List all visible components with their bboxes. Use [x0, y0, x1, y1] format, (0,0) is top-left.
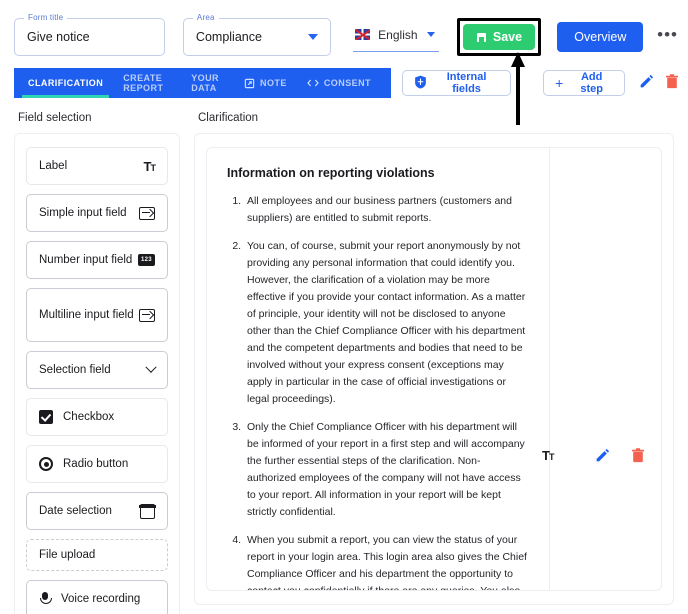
- field-list: Label TT Simple input field Number input…: [15, 134, 179, 614]
- field-item-multiline-input[interactable]: Multiline input field: [26, 288, 168, 342]
- chevron-down-icon: [427, 32, 436, 37]
- number-123-icon: 123: [138, 254, 155, 266]
- save-disk-icon: [476, 32, 486, 42]
- field-item-text: Multiline input field: [39, 309, 134, 321]
- trash-icon: [632, 448, 644, 466]
- tab-label: YOUR DATA: [191, 73, 219, 93]
- language-select[interactable]: English: [353, 22, 440, 52]
- field-item-checkbox[interactable]: Checkbox: [26, 398, 168, 436]
- field-item-text: Simple input field: [39, 207, 127, 219]
- field-item-text: Label: [39, 160, 68, 172]
- text-format-icon: TT: [542, 448, 554, 463]
- tabbar-row: CLARIFICATION CREATE REPORT YOUR DATA NO…: [0, 68, 688, 98]
- field-item-voice-recording[interactable]: Voice recording: [26, 580, 168, 614]
- calendar-icon: [139, 503, 156, 519]
- list-item: All employees and our business partners …: [244, 193, 529, 227]
- area-value: Compliance: [195, 30, 262, 44]
- app-header: Form title Give notice Area Compliance E…: [0, 0, 688, 60]
- tab-label: CLARIFICATION: [28, 78, 104, 88]
- field-item-text: Checkbox: [63, 411, 115, 423]
- list-item: When you submit a report, you can view t…: [244, 532, 529, 590]
- radio-selected-icon: [39, 457, 53, 471]
- input-field-icon: [139, 308, 155, 322]
- save-button[interactable]: Save: [463, 24, 536, 50]
- save-button-highlight: Save: [457, 18, 542, 56]
- workspace: Field selection Label TT Simple input fi…: [0, 112, 688, 614]
- field-item-file-upload[interactable]: File upload: [26, 539, 168, 571]
- more-options-icon[interactable]: •••: [657, 26, 678, 49]
- document-text: Information on reporting violations All …: [207, 148, 549, 590]
- field-item-label[interactable]: Label TT: [26, 147, 168, 185]
- field-item-text: Number input field: [39, 254, 133, 266]
- edit-step-button[interactable]: [639, 74, 654, 92]
- tab-label: CREATE REPORT: [123, 73, 164, 93]
- form-builder-app: Form title Give notice Area Compliance E…: [0, 0, 688, 614]
- field-item-date-selection[interactable]: Date selection: [26, 492, 168, 530]
- field-item-selection-field[interactable]: Selection field: [26, 351, 168, 389]
- field-item-text: Radio button: [63, 458, 129, 470]
- overview-button[interactable]: Overview: [557, 22, 644, 52]
- chevron-down-icon: [308, 34, 319, 40]
- delete-block-button[interactable]: [632, 448, 644, 466]
- save-button-label: Save: [492, 30, 523, 44]
- clarification-column: Clarification Information on reporting v…: [194, 112, 674, 614]
- form-title-value: Give notice: [27, 30, 90, 44]
- add-step-label: Add step: [580, 71, 603, 95]
- pencil-icon: [639, 74, 654, 92]
- pencil-icon: [595, 448, 610, 466]
- document-heading: Information on reporting violations: [227, 166, 435, 180]
- field-item-text: Selection field: [39, 364, 111, 376]
- chevron-down-icon: [145, 361, 157, 373]
- tab-your-data[interactable]: YOUR DATA: [191, 68, 234, 98]
- internal-fields-label: Internal fields: [446, 71, 487, 95]
- input-field-icon: [139, 206, 155, 220]
- list-item: Only the Chief Compliance Officer with h…: [244, 419, 529, 521]
- plus-icon: +: [555, 75, 564, 91]
- document-actions: TT: [542, 148, 661, 590]
- shield-icon: [414, 75, 427, 92]
- external-link-icon: [244, 78, 255, 89]
- document-list: All employees and our business partners …: [227, 193, 529, 590]
- internal-fields-button[interactable]: Internal fields: [402, 70, 512, 96]
- area-select[interactable]: Area Compliance: [182, 13, 332, 56]
- tab-consent[interactable]: CONSENT: [307, 68, 381, 98]
- field-item-simple-input[interactable]: Simple input field: [26, 194, 168, 232]
- list-item: You can, of course, submit your report a…: [244, 238, 529, 408]
- code-icon: [307, 78, 319, 88]
- field-item-text: Voice recording: [61, 593, 141, 605]
- text-format-icon: TT: [143, 158, 156, 174]
- tab-label: NOTE: [260, 78, 287, 88]
- field-selection-panel: Label TT Simple input field Number input…: [14, 133, 180, 614]
- field-item-text: Date selection: [39, 505, 112, 517]
- field-item-text: File upload: [39, 549, 96, 561]
- edit-block-button[interactable]: [595, 448, 610, 466]
- tab-clarification[interactable]: CLARIFICATION: [21, 68, 113, 98]
- delete-step-button[interactable]: [666, 74, 678, 92]
- field-selection-title: Field selection: [18, 112, 92, 124]
- trash-icon: [666, 74, 678, 92]
- field-item-number-input[interactable]: Number input field 123: [26, 241, 168, 279]
- language-value: English: [378, 27, 418, 42]
- tab-create-report[interactable]: CREATE REPORT: [123, 68, 181, 98]
- add-step-button[interactable]: + Add step: [543, 70, 625, 96]
- tab-label: CONSENT: [323, 78, 371, 88]
- form-title-label: Form title: [24, 13, 68, 22]
- field-item-radio-button[interactable]: Radio button: [26, 445, 168, 483]
- clarification-title: Clarification: [198, 112, 259, 124]
- area-label: Area: [192, 13, 219, 22]
- form-title-input[interactable]: Form title Give notice: [14, 13, 165, 56]
- field-selection-column: Field selection Label TT Simple input fi…: [14, 112, 180, 614]
- uk-flag-icon: [355, 29, 371, 40]
- clarification-panel: Information on reporting violations All …: [194, 133, 674, 605]
- tab-note[interactable]: NOTE: [244, 68, 297, 98]
- step-tabs: CLARIFICATION CREATE REPORT YOUR DATA NO…: [14, 68, 391, 98]
- document-block[interactable]: Information on reporting violations All …: [206, 147, 662, 591]
- checkbox-checked-icon: [39, 410, 53, 424]
- microphone-icon: [39, 592, 52, 606]
